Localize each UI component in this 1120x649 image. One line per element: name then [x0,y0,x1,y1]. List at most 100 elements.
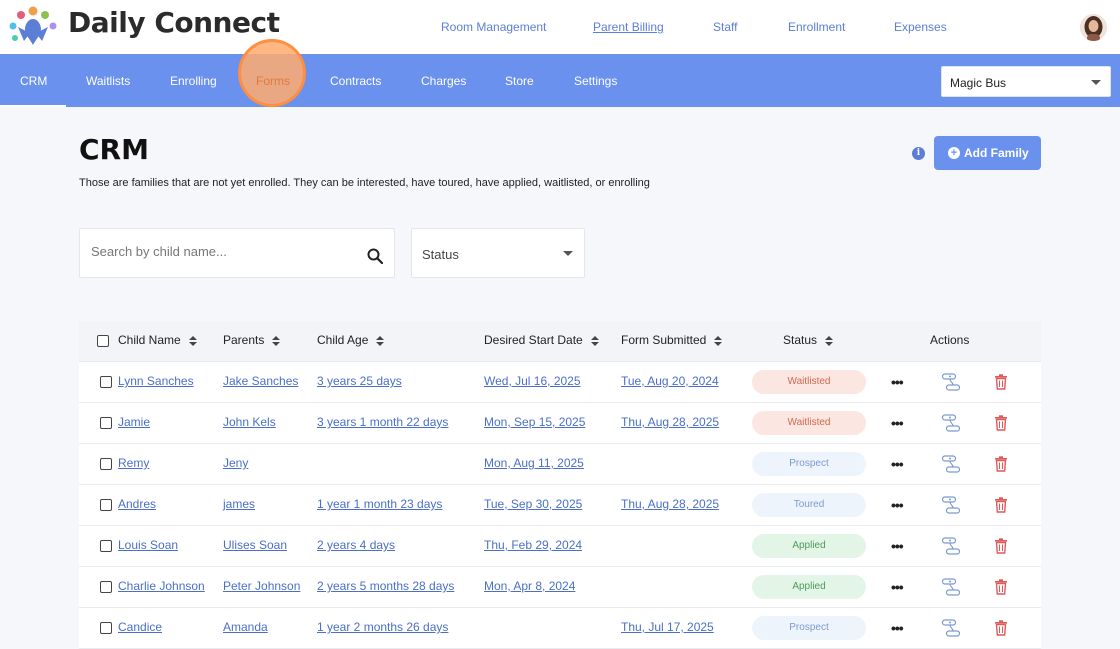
form-submitted-link[interactable]: Tue, Aug 20, 2024 [621,374,719,388]
more-icon[interactable]: ••• [891,374,904,390]
tab-contracts[interactable]: Contracts [330,74,381,88]
trash-icon[interactable] [994,620,1008,636]
row-checkbox[interactable] [100,540,112,552]
tab-forms[interactable]: Forms [256,74,290,88]
top-nav-enrollment[interactable]: Enrollment [788,20,845,34]
child-name-link[interactable]: Lynn Sanches [118,374,194,388]
tab-settings[interactable]: Settings [574,74,617,88]
trash-icon[interactable] [994,538,1008,554]
top-nav-parent-billing[interactable]: Parent Billing [593,20,664,34]
link-icon[interactable] [941,618,961,638]
more-icon[interactable]: ••• [891,497,904,513]
link-icon[interactable] [941,454,961,474]
tab-enrolling[interactable]: Enrolling [170,74,217,88]
header-desired-start-date[interactable]: Desired Start Date [484,333,599,347]
link-icon[interactable] [941,372,961,392]
child-name-link[interactable]: Louis Soan [118,538,178,552]
status-badge[interactable]: Waitlisted [752,370,866,394]
sort-icon[interactable] [272,335,281,346]
row-checkbox[interactable] [100,499,112,511]
child-age-link[interactable]: 3 years 25 days [317,374,402,388]
info-icon[interactable]: i [912,147,925,160]
form-submitted-link[interactable]: Thu, Jul 17, 2025 [621,620,714,634]
trash-icon[interactable] [994,579,1008,595]
desired-start-date-link[interactable]: Mon, Aug 11, 2025 [484,456,584,470]
status-badge[interactable]: Applied [752,534,866,558]
trash-icon[interactable] [994,374,1008,390]
sort-icon[interactable] [714,335,723,346]
search-input[interactable] [89,243,353,260]
search-icon[interactable] [367,248,383,264]
more-icon[interactable]: ••• [891,579,904,595]
status-badge[interactable]: Applied [752,575,866,599]
row-checkbox[interactable] [100,376,112,388]
tab-crm[interactable]: CRM [20,74,47,88]
child-name-link[interactable]: Jamie [118,415,150,429]
child-name-link[interactable]: Andres [118,497,156,511]
parents-link[interactable]: Ulises Soan [223,538,287,552]
more-icon[interactable]: ••• [891,538,904,554]
link-icon[interactable] [941,536,961,556]
select-all-checkbox[interactable] [97,335,109,347]
sort-icon[interactable] [188,335,197,346]
child-name-link[interactable]: Charlie Johnson [118,579,205,593]
desired-start-date-link[interactable]: Thu, Feb 29, 2024 [484,538,582,552]
child-age-link[interactable]: 3 years 1 month 22 days [317,415,448,429]
header-parents[interactable]: Parents [223,333,281,347]
parents-link[interactable]: Amanda [223,620,268,634]
tab-charges[interactable]: Charges [421,74,466,88]
desired-start-date-link[interactable]: Mon, Apr 8, 2024 [484,579,575,593]
row-checkbox[interactable] [100,622,112,634]
trash-icon[interactable] [994,415,1008,431]
desired-start-date-link[interactable]: Tue, Sep 30, 2025 [484,497,582,511]
status-badge[interactable]: Prospect [752,452,866,476]
add-family-button[interactable]: + Add Family [934,136,1041,170]
desired-start-date-link[interactable]: Wed, Jul 16, 2025 [484,374,581,388]
page-subtitle: Those are families that are not yet enro… [79,177,650,189]
more-icon[interactable]: ••• [891,620,904,636]
row-checkbox[interactable] [100,417,112,429]
tab-waitlists[interactable]: Waitlists [86,74,130,88]
header-child-name[interactable]: Child Name [118,333,197,347]
row-checkbox[interactable] [100,581,112,593]
child-name-link[interactable]: Remy [118,456,149,470]
trash-icon[interactable] [994,456,1008,472]
child-name-link[interactable]: Candice [118,620,162,634]
child-age-link[interactable]: 1 year 1 month 23 days [317,497,442,511]
header-form-submitted[interactable]: Form Submitted [621,333,723,347]
row-checkbox[interactable] [100,458,112,470]
top-nav-expenses[interactable]: Expenses [894,20,947,34]
sort-icon[interactable] [590,335,599,346]
top-nav-staff[interactable]: Staff [713,20,737,34]
desired-start-date-link[interactable]: Mon, Sep 15, 2025 [484,415,585,429]
school-select[interactable]: Magic Bus [941,66,1111,97]
form-submitted-link[interactable]: Thu, Aug 28, 2025 [621,415,719,429]
avatar[interactable] [1080,14,1107,41]
parents-link[interactable]: Jeny [223,456,248,470]
sort-icon[interactable] [376,335,385,346]
tab-store[interactable]: Store [505,74,534,88]
header-child-age[interactable]: Child Age [317,333,385,347]
child-age-link[interactable]: 1 year 2 months 26 days [317,620,448,634]
child-age-link[interactable]: 2 years 4 days [317,538,395,552]
trash-icon[interactable] [994,497,1008,513]
status-badge[interactable]: Waitlisted [752,411,866,435]
form-submitted-link[interactable]: Thu, Aug 28, 2025 [621,497,719,511]
header-status[interactable]: Status [783,333,834,347]
status-filter[interactable]: Status [411,228,585,278]
more-icon[interactable]: ••• [891,415,904,431]
link-icon[interactable] [941,495,961,515]
sort-icon[interactable] [825,335,834,346]
link-icon[interactable] [941,413,961,433]
status-badge[interactable]: Toured [752,493,866,517]
parents-link[interactable]: james [223,497,255,511]
logo-icon[interactable] [8,5,58,47]
status-badge[interactable]: Prospect [752,616,866,640]
more-icon[interactable]: ••• [891,456,904,472]
top-nav-room-management[interactable]: Room Management [441,20,546,34]
parents-link[interactable]: John Kels [223,415,276,429]
parents-link[interactable]: Jake Sanches [223,374,298,388]
parents-link[interactable]: Peter Johnson [223,579,300,593]
link-icon[interactable] [941,577,961,597]
child-age-link[interactable]: 2 years 5 months 28 days [317,579,454,593]
